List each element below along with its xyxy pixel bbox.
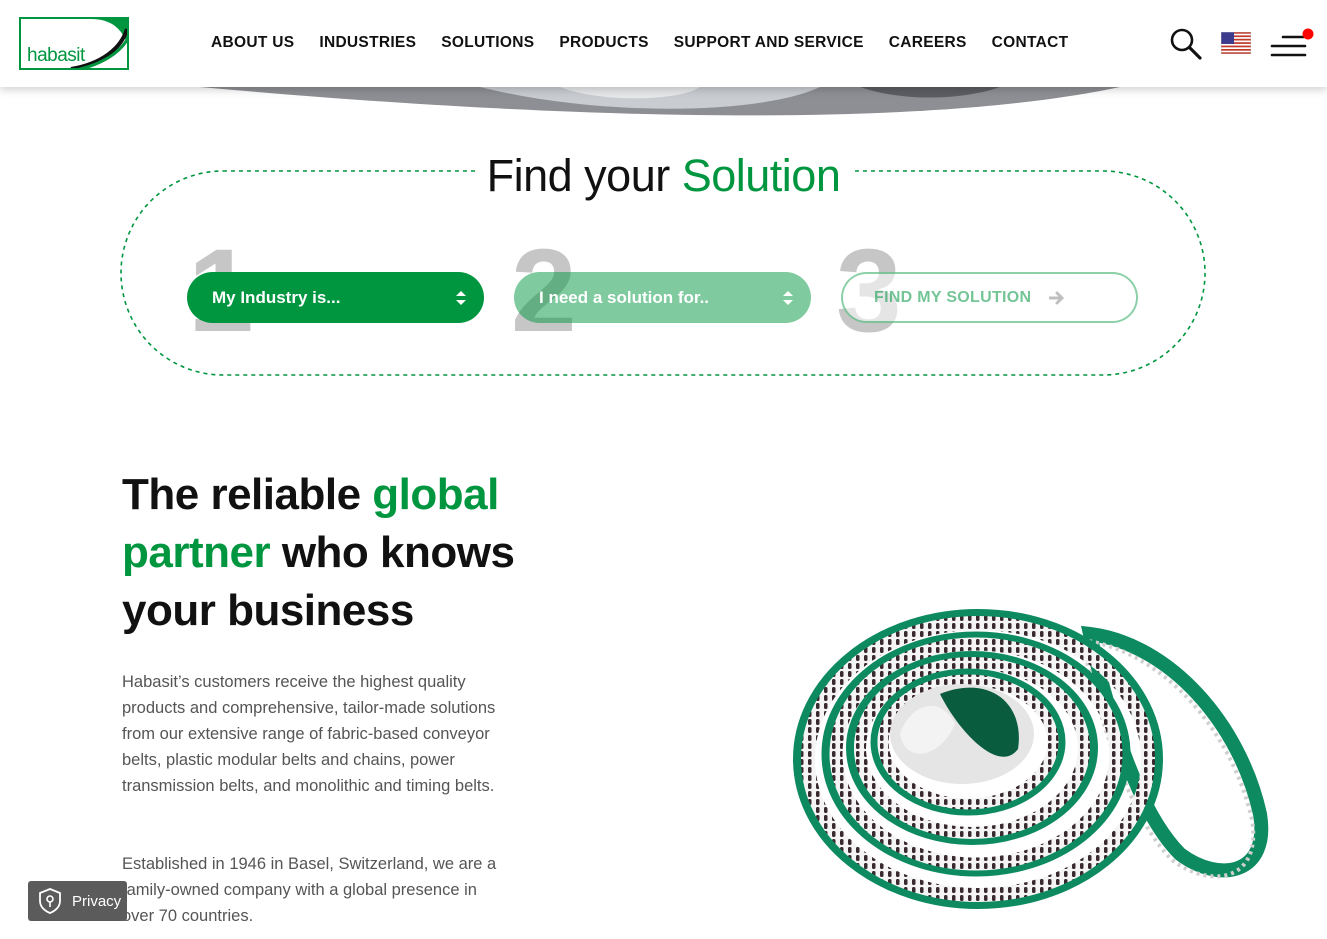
select-updown-icon	[456, 291, 466, 305]
habasit-logo[interactable]: habasit	[19, 17, 129, 70]
solution-for-select-label: I need a solution for..	[539, 287, 710, 307]
about-heading-accent-2: partner	[122, 528, 271, 577]
search-icon[interactable]	[1169, 27, 1203, 61]
about-heading: The reliable global partner who knows yo…	[122, 466, 542, 640]
industry-select-label: My Industry is...	[212, 287, 341, 307]
select-updown-icon	[783, 291, 793, 305]
industry-select[interactable]: My Industry is...	[187, 272, 484, 323]
privacy-label: Privacy	[72, 892, 122, 910]
hero-image-bottom-edge	[200, 87, 1120, 116]
about-paragraph-2: Established in 1946 in Basel, Switzerlan…	[122, 855, 497, 925]
find-my-solution-button[interactable]: FIND MY SOLUTION	[841, 272, 1138, 323]
solution-for-select[interactable]: I need a solution for..	[514, 272, 811, 323]
finder-title-accent: Solution	[681, 150, 841, 201]
nav-products[interactable]: PRODUCTS	[559, 34, 648, 52]
about-paragraph-1: Habasit’s customers receive the highest …	[122, 673, 496, 795]
nav-solutions[interactable]: SOLUTIONS	[441, 34, 534, 52]
logo-text: habasit	[27, 45, 85, 66]
nav-industries[interactable]: INDUSTRIES	[319, 34, 416, 52]
finder-title: Find your Solution	[476, 150, 851, 202]
find-my-solution-label: FIND MY SOLUTION	[874, 288, 1032, 306]
privacy-shield-icon	[39, 888, 61, 914]
nav-careers[interactable]: CAREERS	[889, 34, 967, 52]
main-navigation: ABOUT US INDUSTRIES SOLUTIONS PRODUCTS S…	[211, 34, 1068, 52]
nav-support-and-service[interactable]: SUPPORT AND SERVICE	[674, 34, 864, 52]
hamburger-menu-icon[interactable]	[1269, 28, 1315, 60]
privacy-button[interactable]: Privacy	[28, 881, 127, 921]
site-header: habasit ABOUT US INDUSTRIES SOLUTIONS PR…	[0, 0, 1327, 87]
finder-title-plain: Find your	[486, 150, 671, 201]
arrow-right-icon	[1049, 291, 1065, 304]
timing-belt-image	[793, 609, 1269, 909]
nav-about-us[interactable]: ABOUT US	[211, 34, 294, 52]
about-heading-part-1: The reliable	[122, 470, 373, 519]
about-heading-accent-1: global	[372, 470, 499, 519]
nav-contact[interactable]: CONTACT	[992, 34, 1069, 52]
us-flag-icon[interactable]	[1221, 32, 1251, 54]
